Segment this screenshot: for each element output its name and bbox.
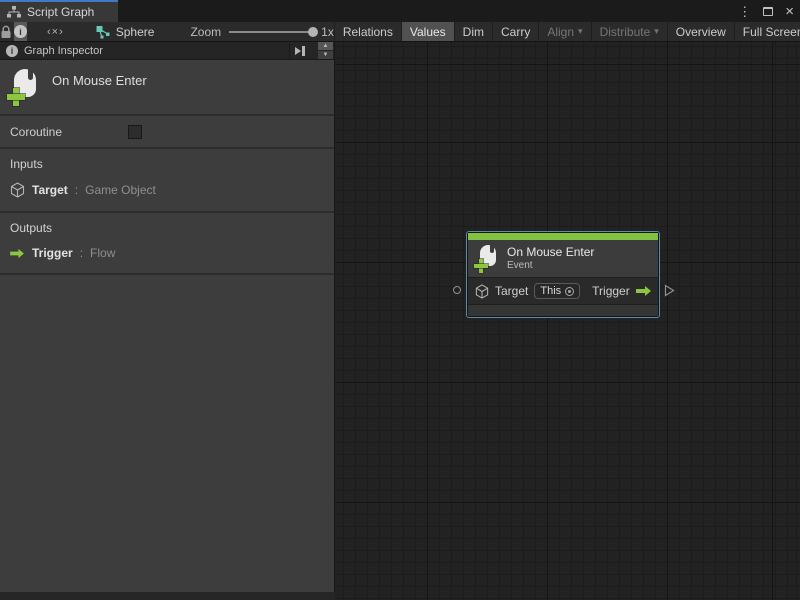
- relations-label: Relations: [343, 25, 393, 39]
- full-screen-button[interactable]: Full Screen: [734, 22, 800, 41]
- node-port-row: Target This Trigger: [468, 278, 658, 305]
- code-view-button[interactable]: ‹×›: [47, 22, 64, 41]
- output-port-row: Trigger : Flow: [10, 246, 324, 260]
- dock-icon: [294, 46, 306, 56]
- graph-inspector-panel: i Graph Inspector ▲ ▼ On Mouse Enter Cor…: [0, 42, 335, 592]
- coroutine-row: Coroutine: [0, 116, 334, 149]
- tab-label: Script Graph: [27, 5, 94, 19]
- dim-label: Dim: [463, 25, 484, 39]
- menu-dots-icon[interactable]: ⋮: [738, 5, 751, 18]
- zoom-control: Zoom 1x: [190, 22, 333, 41]
- close-icon[interactable]: ×: [785, 4, 794, 19]
- node-input-label: Target: [495, 284, 528, 298]
- target-value-label: This: [540, 285, 561, 297]
- node-subtitle: Event: [507, 260, 594, 273]
- input-port[interactable]: [453, 286, 461, 294]
- graph-inspector-header[interactable]: i Graph Inspector ▲ ▼: [0, 42, 334, 60]
- inputs-section: Inputs Target : Game Object: [0, 149, 334, 213]
- output-sep: :: [80, 246, 83, 260]
- flow-arrow-icon: [10, 248, 25, 259]
- graph-hierarchy-icon: [7, 6, 21, 18]
- node-title: On Mouse Enter: [507, 245, 594, 260]
- align-button[interactable]: Align ▾: [538, 22, 590, 41]
- graph-toolbar: i ‹×› Sphere Zoom 1x Relations Values Di: [0, 22, 800, 42]
- input-port-row: Target : Game Object: [10, 182, 324, 198]
- graph-inspector-title: Graph Inspector: [24, 45, 103, 57]
- output-port[interactable]: [664, 284, 675, 302]
- dim-button[interactable]: Dim: [454, 22, 492, 41]
- window-controls: ⋮ ×: [738, 0, 794, 22]
- chevron-down-icon: ▾: [578, 26, 583, 37]
- node-footer: [468, 305, 658, 316]
- input-port-type: Game Object: [85, 183, 156, 197]
- window-bottom-edge: [0, 592, 335, 600]
- graph-canvas[interactable]: On Mouse Enter Event Target This Trigger: [335, 42, 800, 600]
- full-screen-label: Full Screen: [743, 25, 800, 39]
- values-label: Values: [410, 25, 446, 39]
- panel-scroll-spinner: ▲ ▼: [318, 42, 333, 59]
- input-port-name: Target: [32, 183, 68, 197]
- code-icon: ‹×›: [47, 26, 64, 38]
- selected-unit-header: On Mouse Enter: [0, 60, 334, 116]
- values-button[interactable]: Values: [401, 22, 454, 41]
- game-object-cube-icon: [475, 284, 489, 299]
- script-graph-asset-icon: [96, 25, 110, 39]
- tab-script-graph[interactable]: Script Graph: [0, 0, 118, 22]
- window-titlebar: Script Graph ⋮ ×: [0, 0, 800, 22]
- coroutine-label: Coroutine: [10, 125, 128, 139]
- input-sep: :: [75, 183, 78, 197]
- lock-icon: [0, 25, 12, 39]
- distribute-label: Distribute: [600, 25, 651, 39]
- node-output-label: Trigger: [592, 284, 630, 298]
- chevron-down-icon: ▾: [654, 26, 659, 37]
- inputs-header: Inputs: [10, 157, 324, 171]
- zoom-label: Zoom: [190, 25, 221, 39]
- relations-button[interactable]: Relations: [334, 22, 401, 41]
- scroll-down-button[interactable]: ▼: [318, 51, 333, 59]
- zoom-slider[interactable]: [229, 31, 313, 33]
- coroutine-checkbox[interactable]: [128, 125, 142, 139]
- game-object-cube-icon: [10, 182, 25, 198]
- maximize-icon[interactable]: [763, 7, 773, 16]
- dock-panel-button[interactable]: [289, 43, 309, 59]
- carry-button[interactable]: Carry: [492, 22, 538, 41]
- output-port-name: Trigger: [32, 246, 73, 260]
- output-port-type: Flow: [90, 246, 115, 260]
- info-icon: i: [6, 45, 18, 57]
- lock-button[interactable]: [0, 22, 12, 41]
- toolbar-toggle-group: Relations Values Dim Carry Align ▾ Distr…: [334, 22, 800, 41]
- target-value-button[interactable]: This: [534, 283, 580, 299]
- zoom-value: 1x: [321, 25, 334, 39]
- overview-button[interactable]: Overview: [667, 22, 734, 41]
- node-header[interactable]: On Mouse Enter Event: [468, 240, 658, 278]
- outputs-section: Outputs Trigger : Flow: [0, 213, 334, 275]
- mouse-event-icon: [476, 245, 498, 272]
- carry-label: Carry: [501, 25, 530, 39]
- info-icon: i: [14, 25, 27, 38]
- zoom-slider-handle[interactable]: [308, 27, 318, 37]
- flow-arrow-icon: [636, 285, 652, 297]
- object-picker-icon[interactable]: [565, 287, 574, 296]
- outputs-header: Outputs: [10, 221, 324, 235]
- scroll-up-button[interactable]: ▲: [318, 42, 333, 50]
- graph-owner-label: Sphere: [116, 25, 155, 39]
- unit-title: On Mouse Enter: [52, 73, 147, 88]
- inspector-toggle-button[interactable]: i: [14, 22, 27, 41]
- mouse-event-icon: [9, 69, 39, 105]
- overview-label: Overview: [676, 25, 726, 39]
- graph-owner-breadcrumb[interactable]: Sphere: [96, 22, 155, 41]
- node-accent-stripe: [468, 233, 658, 240]
- event-node-on-mouse-enter[interactable]: On Mouse Enter Event Target This Trigger: [466, 231, 660, 318]
- distribute-button[interactable]: Distribute ▾: [591, 22, 667, 41]
- align-label: Align: [547, 25, 574, 39]
